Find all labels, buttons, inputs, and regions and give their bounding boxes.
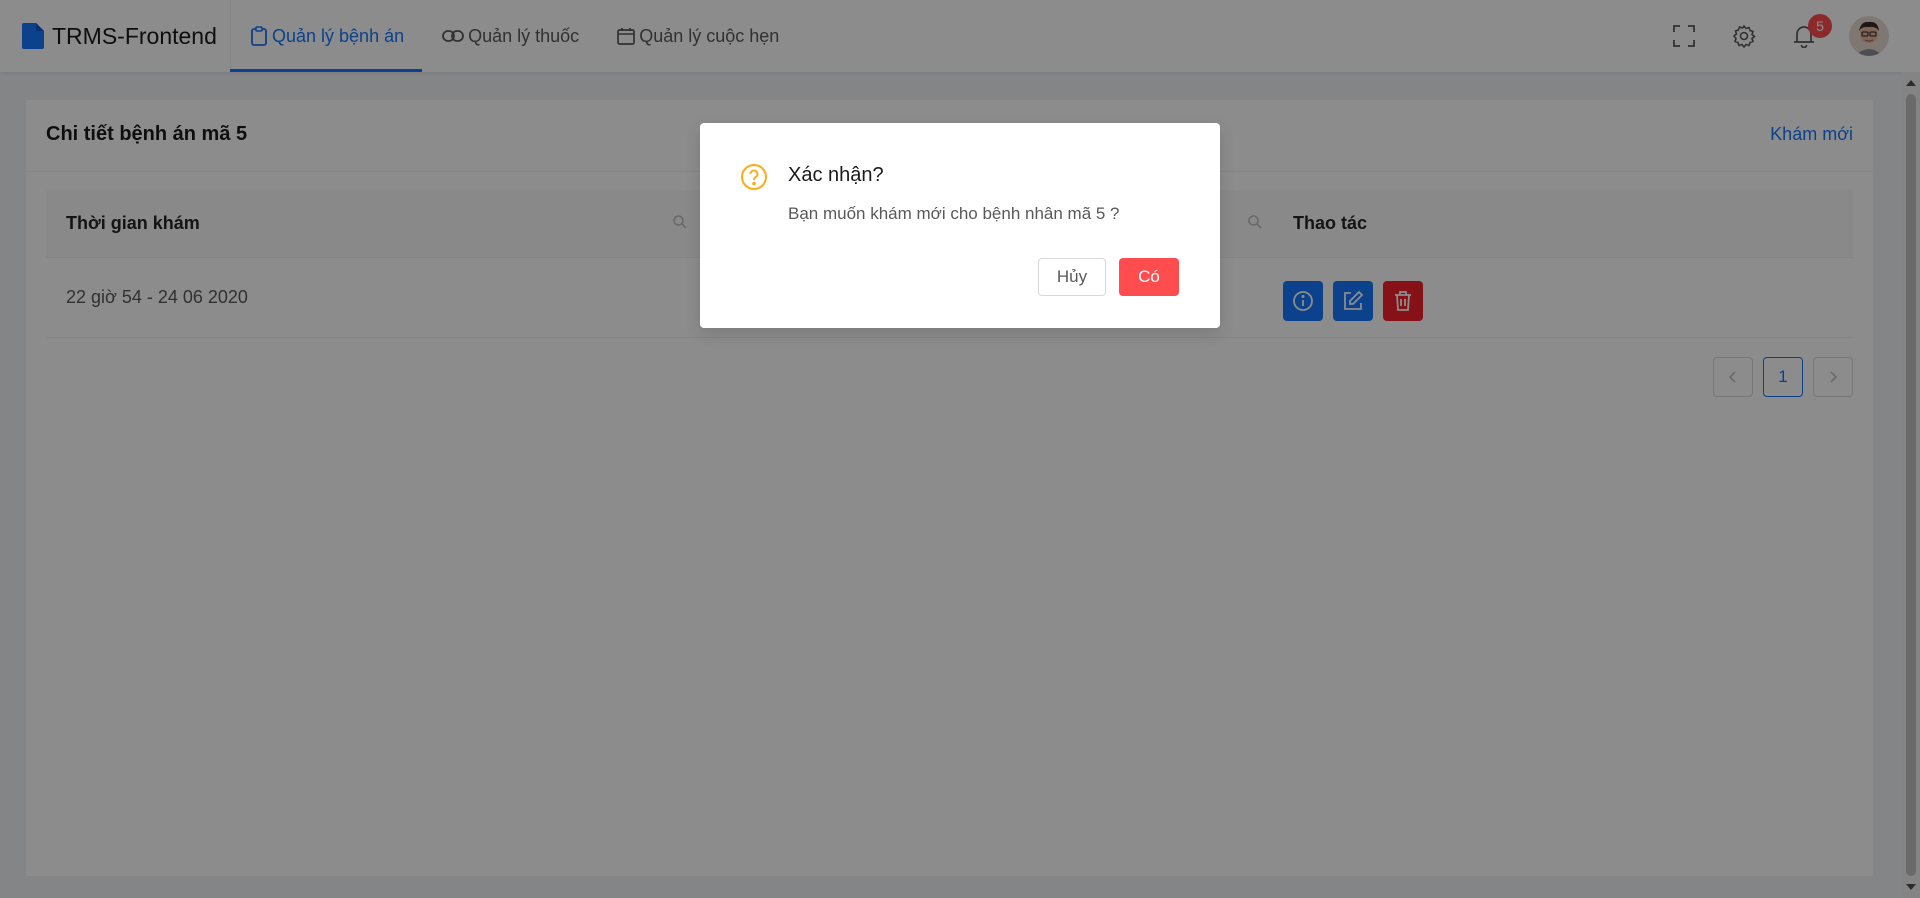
modal-title: Xác nhận?: [788, 164, 884, 186]
confirm-button[interactable]: Có: [1119, 258, 1179, 296]
cancel-button[interactable]: Hủy: [1038, 258, 1106, 296]
question-circle-icon: [741, 164, 767, 190]
modal-message: Bạn muốn khám mới cho bệnh nhân mã 5 ?: [788, 204, 1120, 223]
confirm-modal: Xác nhận? Bạn muốn khám mới cho bệnh nhâ…: [700, 123, 1220, 328]
